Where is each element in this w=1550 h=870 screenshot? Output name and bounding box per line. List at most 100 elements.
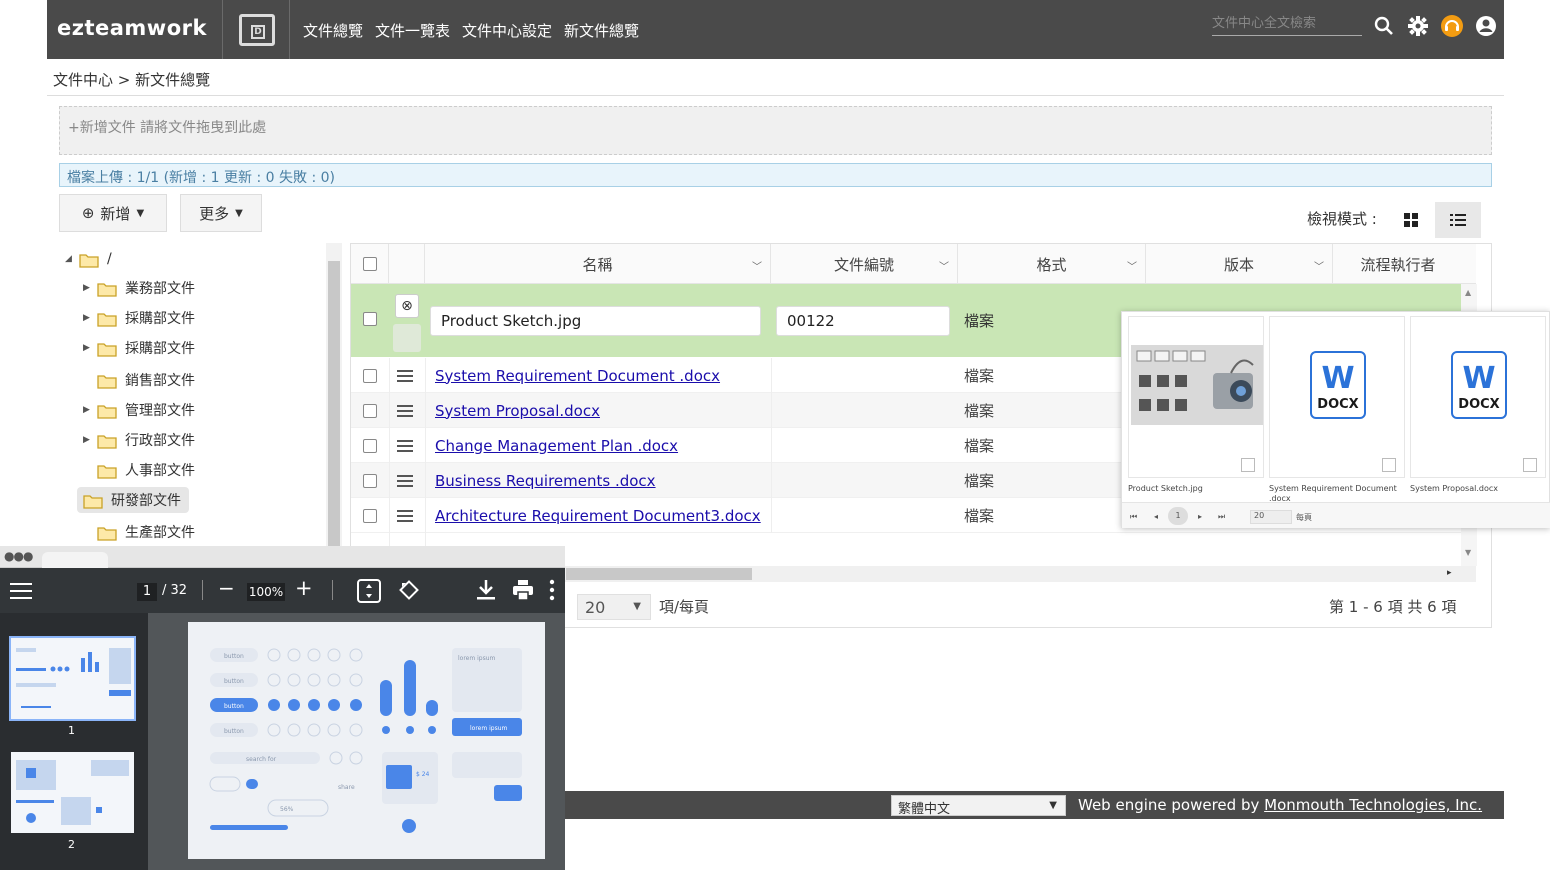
nav-document-list[interactable]: 文件一覽表 xyxy=(375,20,450,41)
page-size-select[interactable]: 20 ▼ xyxy=(577,594,651,620)
tree-folder-item[interactable]: ▶ 採購部文件 xyxy=(83,305,195,331)
caret-expanded-icon[interactable]: ◢ xyxy=(65,254,79,264)
column-process-executor[interactable]: 流程執行者 xyxy=(1333,244,1463,284)
tree-folder-item[interactable]: ▶ 管理部文件 xyxy=(83,397,195,423)
rotate-icon[interactable] xyxy=(398,579,420,605)
preview-card-image[interactable] xyxy=(1128,316,1264,478)
caret-right-icon[interactable]: ▶ xyxy=(83,283,97,293)
row-checkbox[interactable] xyxy=(363,393,377,428)
chevron-down-icon[interactable]: ﹀ xyxy=(1314,258,1324,273)
nav-document-settings[interactable]: 文件中心設定 xyxy=(462,20,552,41)
prev-page-icon[interactable]: ◂ xyxy=(1154,512,1158,521)
first-page-icon[interactable]: ⏮ xyxy=(1130,512,1137,522)
document-link[interactable]: Business Requirements .docx xyxy=(435,472,656,490)
row-checkbox[interactable] xyxy=(363,312,377,326)
add-button[interactable]: ⊕ 新增 ▼ xyxy=(59,194,167,232)
document-link[interactable]: System Proposal.docx xyxy=(435,402,600,420)
document-center-icon[interactable]: D xyxy=(239,14,275,46)
more-options-icon[interactable] xyxy=(549,578,555,606)
app-logo[interactable]: ezteamwork xyxy=(57,16,207,40)
next-page-icon[interactable]: ▸ xyxy=(1198,512,1202,521)
caret-right-icon[interactable]: ▶ xyxy=(83,435,97,445)
divider xyxy=(47,95,1504,96)
card-menu-icon[interactable] xyxy=(1523,458,1537,472)
more-button[interactable]: 更多 ▼ xyxy=(180,194,262,232)
tree-folder-item[interactable]: ▶ 行政部文件 xyxy=(83,427,195,453)
row-checkbox[interactable] xyxy=(363,358,377,393)
name-edit-input[interactable]: Product Sketch.jpg xyxy=(430,306,761,336)
document-link[interactable]: System Requirement Document .docx xyxy=(435,367,720,385)
chevron-down-icon[interactable]: ﹀ xyxy=(752,258,762,273)
current-page[interactable]: 1 xyxy=(1168,507,1188,525)
drag-handle-icon[interactable] xyxy=(397,428,413,463)
card-menu-icon[interactable] xyxy=(1241,458,1255,472)
tree-folder-item[interactable]: 銷售部文件 xyxy=(83,367,195,393)
grid-view-button[interactable] xyxy=(1393,202,1429,238)
document-link[interactable]: Change Management Plan .docx xyxy=(435,437,678,455)
drag-handle-icon[interactable] xyxy=(397,393,413,428)
folder-icon xyxy=(97,403,117,419)
fit-page-icon[interactable] xyxy=(356,579,382,607)
caret-right-icon[interactable]: ▶ xyxy=(83,313,97,323)
tree-root[interactable]: ◢ / xyxy=(65,246,112,272)
menu-icon[interactable] xyxy=(10,582,32,604)
select-all-checkbox[interactable] xyxy=(362,257,377,271)
file-dropzone[interactable]: +新增文件 請將文件拖曳到此處 xyxy=(59,106,1492,155)
row-checkbox[interactable] xyxy=(363,463,377,498)
zoom-level-input[interactable]: 100% xyxy=(247,583,285,601)
pdf-thumbnail-page[interactable] xyxy=(9,750,136,835)
document-link[interactable]: Architecture Requirement Document3.docx xyxy=(435,507,761,525)
number-edit-input[interactable]: 00122 xyxy=(776,306,950,336)
pdf-window-tab[interactable] xyxy=(42,552,108,568)
caret-right-icon[interactable]: ▶ xyxy=(83,343,97,353)
drag-handle-icon[interactable] xyxy=(397,498,413,533)
nav-new-document-overview[interactable]: 新文件總覽 xyxy=(564,20,639,41)
preview-page-size[interactable]: 20 xyxy=(1250,510,1292,524)
tree-folder-item[interactable]: ▶ 業務部文件 xyxy=(83,275,195,301)
scroll-thumb[interactable] xyxy=(566,568,752,580)
column-name[interactable]: 名稱 ﹀ xyxy=(425,244,771,284)
column-version[interactable]: 版本 ﹀ xyxy=(1146,244,1333,284)
scroll-up-icon[interactable]: ▲ xyxy=(1465,288,1471,297)
preview-card-docx[interactable]: W DOCX xyxy=(1410,316,1546,478)
tree-folder-item[interactable]: 研發部文件 xyxy=(77,487,189,513)
drag-handle-icon[interactable] xyxy=(397,463,413,498)
user-icon[interactable] xyxy=(1474,14,1498,38)
scroll-down-icon[interactable]: ▼ xyxy=(1465,548,1471,557)
zoom-in-icon[interactable]: + xyxy=(295,576,313,600)
zoom-out-icon[interactable]: − xyxy=(218,576,235,600)
row-checkbox[interactable] xyxy=(363,498,377,533)
list-view-button[interactable] xyxy=(1435,202,1481,238)
support-icon[interactable] xyxy=(1440,14,1464,38)
ui-button-text: button xyxy=(224,678,244,685)
pdf-thumbnail-page[interactable] xyxy=(9,636,136,721)
folder-icon xyxy=(97,525,117,541)
scroll-right-icon[interactable]: ▸ xyxy=(1447,568,1452,578)
chevron-down-icon[interactable]: ﹀ xyxy=(939,258,949,273)
last-page-icon[interactable]: ⏭ xyxy=(1218,512,1225,522)
pdf-page-input[interactable]: 1 xyxy=(137,583,157,601)
language-select[interactable]: 繁體中文 ▼ xyxy=(891,795,1066,817)
tree-scrollbar[interactable] xyxy=(326,243,342,553)
search-icon[interactable] xyxy=(1372,14,1396,38)
drag-handle-icon[interactable] xyxy=(397,358,413,393)
column-format[interactable]: 格式 ﹀ xyxy=(958,244,1146,284)
window-controls-icon[interactable]: ●●● xyxy=(4,549,33,563)
card-menu-icon[interactable] xyxy=(1382,458,1396,472)
company-link[interactable]: Monmouth Technologies, Inc. xyxy=(1264,796,1482,814)
cancel-edit-icon[interactable]: ⊗ xyxy=(395,294,419,318)
row-checkbox[interactable] xyxy=(363,428,377,463)
gear-icon[interactable] xyxy=(1406,14,1430,38)
nav-document-overview[interactable]: 文件總覽 xyxy=(303,20,363,41)
fulltext-search-input[interactable]: 文件中心全文檢索 xyxy=(1212,14,1362,36)
tree-folder-item[interactable]: ▶ 採購部文件 xyxy=(83,335,195,361)
column-number[interactable]: 文件編號 ﹀ xyxy=(771,244,958,284)
download-icon[interactable] xyxy=(476,579,496,605)
preview-card-docx[interactable]: W DOCX xyxy=(1269,316,1405,478)
pdf-thumbnail-sidebar: 1 2 ▲ xyxy=(0,613,164,870)
chevron-down-icon[interactable]: ﹀ xyxy=(1127,258,1137,273)
caret-right-icon[interactable]: ▶ xyxy=(83,405,97,415)
tree-folder-item[interactable]: 人事部文件 xyxy=(83,457,195,483)
print-icon[interactable] xyxy=(512,579,534,605)
tree-folder-item[interactable]: 生產部文件 xyxy=(83,519,195,545)
